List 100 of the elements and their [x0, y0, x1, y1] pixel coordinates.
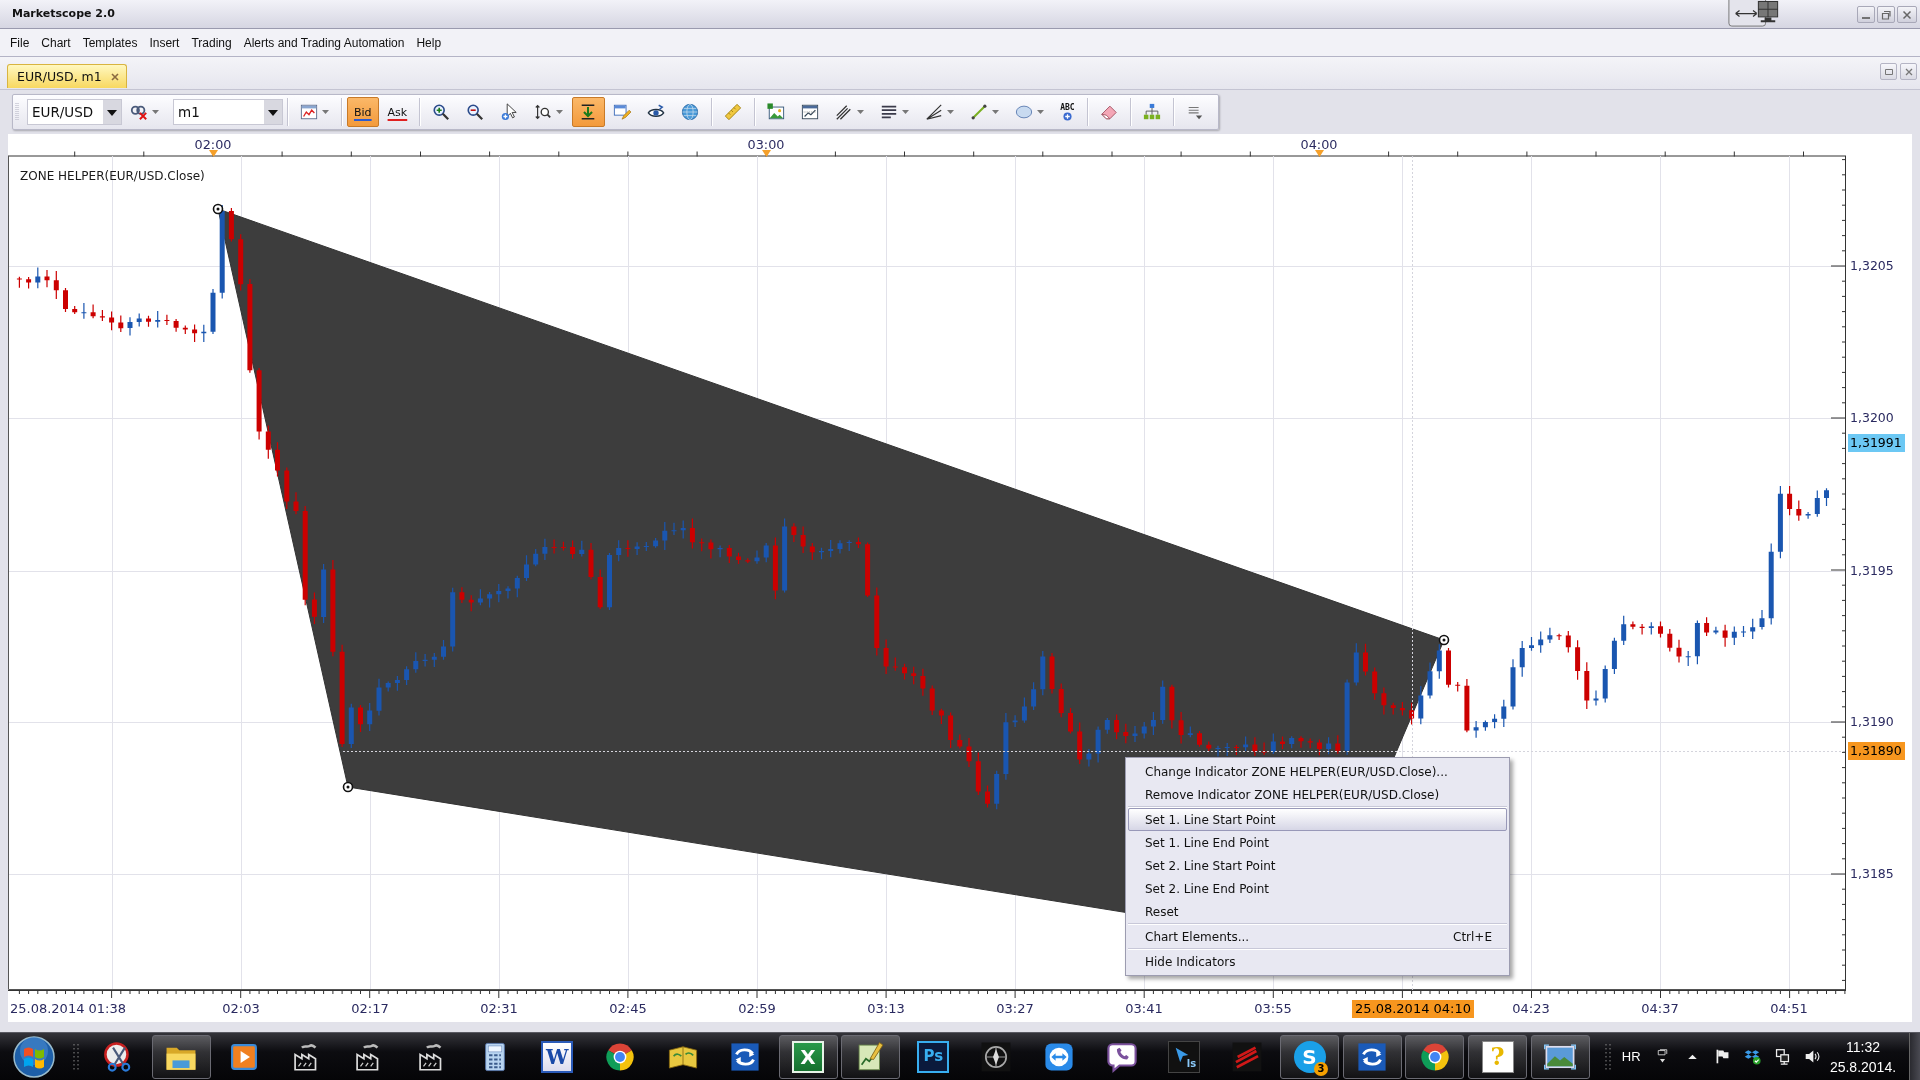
time-label: 02:03 — [222, 1000, 260, 1018]
menu-item[interactable]: Trading — [185, 32, 238, 53]
menu-item[interactable]: Chart — [35, 32, 77, 53]
price-label: 1,3205 — [1849, 257, 1895, 275]
hierarchy-icon — [1142, 103, 1161, 121]
pitchfork-icon — [835, 103, 854, 121]
close-icon — [1903, 66, 1914, 77]
taskbar-button[interactable]: W — [527, 1034, 587, 1079]
time-marker-icon — [761, 150, 771, 157]
time-label: 03:00 — [747, 137, 785, 152]
menu-item[interactable]: Insert — [143, 32, 186, 53]
line-icon — [970, 103, 989, 121]
fan-lines-icon — [925, 103, 944, 121]
network-icon[interactable] — [1773, 1048, 1791, 1065]
menu-item[interactable]: Set 1. Line End Point — [1128, 831, 1507, 854]
time-label: 03:55 — [1254, 1000, 1292, 1018]
toolbar-button[interactable] — [571, 97, 605, 127]
grip-icon[interactable] — [1603, 1041, 1612, 1072]
restore-icon — [1881, 9, 1891, 20]
time-label: 04:23 — [1512, 1000, 1550, 1018]
monitor-switch-icon[interactable] — [1727, 0, 1781, 28]
anchor-point-icon[interactable] — [212, 203, 224, 215]
ask-button[interactable]: Ask — [380, 97, 415, 127]
clock-date[interactable]: 25.8.2014. — [1829, 1056, 1897, 1077]
time-marker-icon — [208, 150, 218, 157]
close-icon — [1902, 9, 1912, 20]
price-label: 1,3185 — [1849, 865, 1895, 883]
price-label: 1,3200 — [1849, 409, 1895, 427]
indicator-label: ZONE HELPER(EUR/USD.Close) — [20, 169, 205, 183]
menu-item[interactable]: Help — [410, 32, 448, 53]
timeframe-dropdown[interactable]: m1 — [173, 99, 283, 125]
cursor-tile-icon: ls — [1168, 1040, 1201, 1073]
price-label: 1,3190 — [1849, 713, 1895, 731]
caret-icon — [264, 100, 282, 124]
menu-item[interactable]: Hide Indicators — [1128, 950, 1507, 973]
bid-button[interactable]: Bid — [346, 97, 380, 127]
w-document-icon: W — [541, 1040, 574, 1073]
cursor-price-label: 1,31890 — [1848, 742, 1905, 760]
time-label: 02:00 — [194, 137, 232, 152]
start-orb-icon — [12, 1034, 56, 1079]
cursor-time-label: 25.08.2014 04:10 — [1352, 1000, 1474, 1018]
ellipse-icon — [1015, 103, 1034, 121]
taskbar-button[interactable] — [1530, 1034, 1590, 1079]
speaker-icon[interactable] — [1803, 1048, 1821, 1065]
caret-icon — [103, 100, 121, 124]
taskbar-button[interactable] — [151, 1034, 211, 1079]
menu-item[interactable]: Set 1. Line Start Point — [1128, 808, 1507, 831]
clock-time[interactable]: 11:32 — [1846, 1036, 1880, 1057]
anchor-point-icon[interactable] — [1438, 634, 1450, 646]
x-document-icon: X — [792, 1040, 825, 1073]
time-label: 04:00 — [1300, 137, 1338, 152]
chart-window-icon — [801, 103, 820, 121]
menu-item[interactable]: Set 2. Line Start Point — [1128, 854, 1507, 877]
eraser-icon — [1099, 103, 1118, 121]
start-button[interactable] — [12, 1034, 56, 1079]
grip-icon[interactable] — [15, 101, 19, 123]
taskbar-button[interactable] — [1342, 1034, 1402, 1079]
symbol-dropdown[interactable]: EUR/USD — [27, 99, 122, 125]
question-document-icon: ? — [1481, 1040, 1514, 1073]
cursor-zoom-icon — [500, 103, 519, 121]
menu-item[interactable]: File — [4, 32, 36, 53]
time-label: 02:59 — [738, 1000, 776, 1018]
box-check-icon[interactable] — [1743, 1048, 1761, 1065]
close-button[interactable] — [1897, 6, 1917, 23]
restore-button[interactable] — [1877, 6, 1895, 23]
plus-icon — [1062, 112, 1072, 121]
close-icon[interactable] — [111, 72, 119, 81]
chart-tab[interactable]: EUR/USD, m1 — [7, 64, 127, 88]
window-title: Marketscope 2.0 — [12, 6, 115, 22]
taskbar-button[interactable] — [841, 1034, 901, 1079]
anchor-point-icon[interactable] — [342, 781, 354, 793]
show-desktop-button[interactable] — [1909, 1032, 1920, 1080]
taskbar-button[interactable] — [1405, 1034, 1465, 1079]
menu-item[interactable]: Templates — [76, 32, 144, 53]
close-button[interactable] — [1900, 63, 1917, 80]
time-label: 03:27 — [996, 1000, 1034, 1018]
text-tool-button[interactable]: ABC — [1052, 97, 1083, 127]
menu-item[interactable]: Set 2. Line End Point — [1128, 877, 1507, 900]
menu-item[interactable]: Alerts and Trading Automation — [237, 32, 411, 53]
minimize-button[interactable] — [1857, 6, 1875, 23]
time-label: 02:31 — [480, 1000, 518, 1018]
ruler-icon — [724, 103, 743, 121]
line-chart-icon — [300, 103, 318, 121]
menu-item[interactable]: Reset — [1128, 900, 1507, 923]
taskbar-button[interactable]: X — [778, 1034, 838, 1079]
window-pen-icon — [613, 103, 632, 121]
image-icon — [767, 103, 786, 121]
grip-icon[interactable] — [72, 1041, 80, 1072]
restore-button[interactable] — [1880, 63, 1897, 80]
taskbar-button[interactable]: ls — [1154, 1034, 1214, 1079]
menu-item[interactable]: Remove Indicator ZONE HELPER(EUR/USD.Close) — [1128, 783, 1507, 806]
lines-icon — [880, 103, 899, 121]
taskbar-button[interactable]: Ps — [903, 1034, 963, 1079]
language-indicator[interactable]: HR — [1621, 1049, 1641, 1064]
menu-item[interactable]: Chart Elements... Ctrl+E — [1128, 925, 1507, 948]
menu-item[interactable]: Change Indicator ZONE HELPER(EUR/USD.Close)... — [1128, 760, 1507, 783]
time-label: 25.08.2014 01:38 — [10, 1000, 127, 1018]
time-label: 03:13 — [867, 1000, 905, 1018]
restore-icon — [1883, 66, 1894, 77]
price-label: 1,3195 — [1849, 562, 1895, 580]
